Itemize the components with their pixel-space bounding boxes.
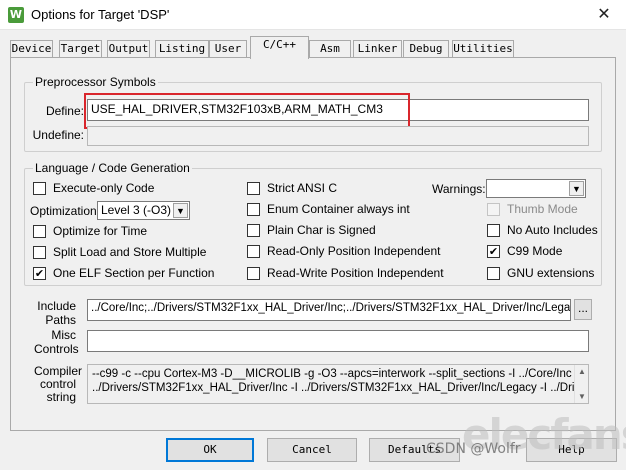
chevron-down-icon[interactable]: ▼ (173, 203, 188, 218)
no-auto-includes-label: No Auto Includes (507, 223, 598, 237)
compiler-string-line2: ../Drivers/STM32F1xx_HAL_Driver/Inc -I .… (92, 382, 588, 394)
split-load-box[interactable] (33, 246, 46, 259)
execute-only-box[interactable] (33, 182, 46, 195)
tab-asm[interactable]: Asm (309, 40, 351, 58)
misc-label-line2: Controls (34, 342, 79, 356)
compiler-control-string[interactable]: --c99 -c --cpu Cortex-M3 -D__MICROLIB -g… (87, 364, 589, 404)
tab-c-cpp[interactable]: C/C++ (250, 36, 309, 59)
tab-utilities[interactable]: Utilities (452, 40, 514, 58)
close-icon[interactable]: ✕ (582, 0, 626, 30)
compiler-scrollbar[interactable]: ▲ ▼ (574, 365, 588, 403)
cancel-button[interactable]: Cancel (267, 438, 357, 462)
undefine-label: Undefine: (32, 128, 84, 142)
optimize-time-box[interactable] (33, 225, 46, 238)
c99-mode-label: C99 Mode (507, 244, 563, 258)
plain-char-label: Plain Char is Signed (267, 223, 376, 237)
chevron-down-icon[interactable]: ▼ (569, 181, 584, 196)
enum-container-label: Enum Container always int (267, 202, 410, 216)
one-elf-label: One ELF Section per Function (53, 266, 215, 280)
compiler-label-line1: Compiler (34, 364, 83, 378)
readwrite-pos-box[interactable] (247, 267, 260, 280)
window-title: Options for Target 'DSP' (31, 7, 170, 22)
readonly-pos-box[interactable] (247, 245, 260, 258)
title-bar: W Options for Target 'DSP' ✕ (0, 0, 626, 30)
c99-mode-box[interactable]: ✔ (487, 245, 500, 258)
tab-target[interactable]: Target (59, 40, 102, 58)
optimization-label: Optimization: (30, 204, 101, 218)
no-auto-includes-box[interactable] (487, 224, 500, 237)
compiler-label-line2: control (39, 377, 76, 391)
misc-controls-input[interactable] (87, 330, 589, 352)
tab-debug[interactable]: Debug (403, 40, 449, 58)
define-highlight-box (84, 93, 410, 129)
scroll-down-icon[interactable]: ▼ (575, 390, 588, 403)
include-browse-button[interactable]: ... (574, 299, 592, 320)
gnu-extensions-box[interactable] (487, 267, 500, 280)
language-group-label: Language / Code Generation (33, 161, 192, 175)
readwrite-pos-label: Read-Write Position Independent (267, 266, 444, 280)
undefine-input[interactable] (87, 126, 589, 146)
compiler-label-line3: string (46, 390, 76, 404)
one-elf-box[interactable]: ✔ (33, 267, 46, 280)
tab-listing[interactable]: Listing (155, 40, 209, 58)
enum-container-box[interactable] (247, 203, 260, 216)
optimize-time-label: Optimize for Time (53, 224, 148, 238)
misc-label-line1: Misc (51, 328, 76, 342)
optimization-value: Level 3 (-O3) (101, 203, 172, 217)
warnings-select[interactable]: ▼ (486, 179, 586, 198)
warnings-label: Warnings: (432, 182, 486, 196)
scroll-up-icon[interactable]: ▲ (575, 365, 588, 378)
plain-char-box[interactable] (247, 224, 260, 237)
execute-only-label: Execute-only Code (53, 181, 155, 195)
preprocessor-group-label: Preprocessor Symbols (33, 75, 158, 89)
optimization-select[interactable]: Level 3 (-O3) ▼ (97, 201, 190, 220)
tab-output[interactable]: Output (107, 40, 150, 58)
ok-button[interactable]: OK (166, 438, 254, 462)
compiler-string-line1: --c99 -c --cpu Cortex-M3 -D__MICROLIB -g… (92, 368, 582, 380)
thumb-mode-label: Thumb Mode (507, 202, 578, 216)
include-paths-input[interactable]: ../Core/Inc;../Drivers/STM32F1xx_HAL_Dri… (87, 299, 571, 321)
strict-ansi-label: Strict ANSI C (267, 181, 338, 195)
include-label-line1: Include (37, 299, 76, 313)
gnu-extensions-label: GNU extensions (507, 266, 595, 280)
tab-device[interactable]: Device (10, 40, 53, 58)
thumb-mode-box (487, 203, 500, 216)
define-label: Define: (45, 104, 84, 118)
tab-user[interactable]: User (209, 40, 247, 58)
readonly-pos-label: Read-Only Position Independent (267, 244, 441, 258)
include-label-line2: Paths (45, 313, 76, 327)
watermark-text: CSDN @Wolfr (426, 441, 521, 457)
split-load-label: Split Load and Store Multiple (53, 245, 207, 259)
app-icon: W (8, 7, 24, 23)
strict-ansi-box[interactable] (247, 182, 260, 195)
tab-linker[interactable]: Linker (353, 40, 402, 58)
